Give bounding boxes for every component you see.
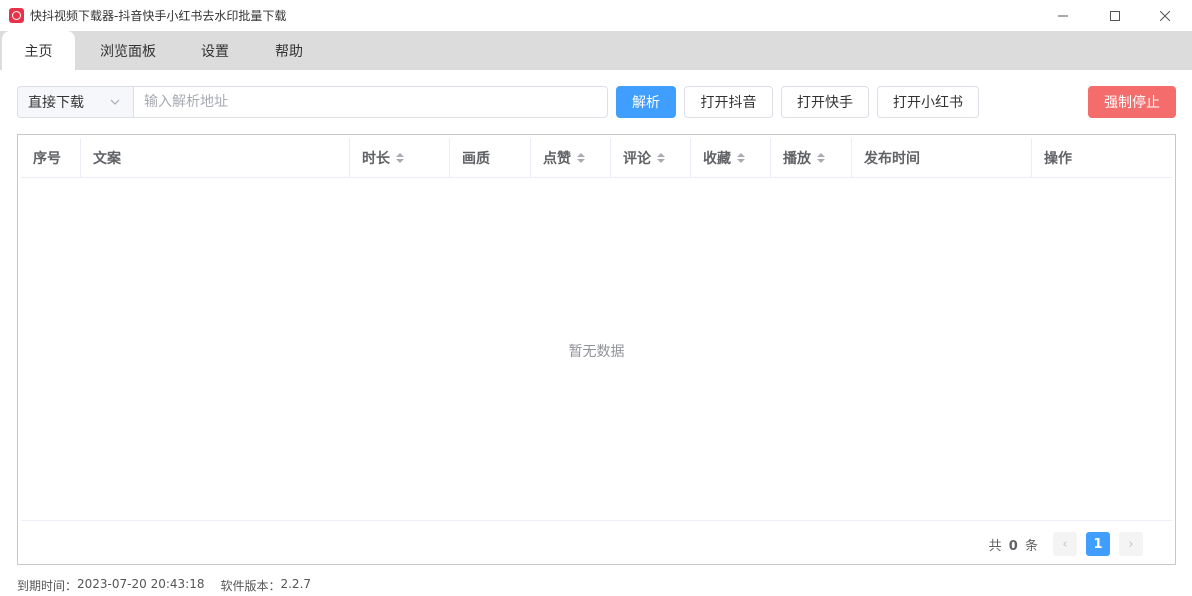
window-title: 快抖视频下载器-抖音快手小红书去水印批量下载 (30, 9, 287, 23)
close-icon (1160, 10, 1170, 21)
maximize-button[interactable] (1090, 0, 1140, 31)
tab-bar: 主页 浏览面板 设置 帮助 (0, 31, 1192, 70)
url-input[interactable] (133, 86, 608, 118)
tab-help[interactable]: 帮助 (250, 31, 328, 70)
column-header-duration[interactable]: 时长 (350, 138, 450, 178)
sort-icon[interactable] (737, 153, 745, 163)
sort-icon[interactable] (817, 153, 825, 163)
prev-page-button[interactable]: ‹ (1053, 532, 1077, 556)
tab-home[interactable]: 主页 (2, 31, 75, 70)
toolbar: 直接下载 解析 打开抖音 打开快手 打开小红书 强制停止 (17, 86, 1177, 118)
divider (21, 520, 1172, 521)
tab-browser-panel[interactable]: 浏览面板 (76, 31, 180, 70)
version-label: 软件版本： (220, 579, 281, 593)
version-value: 2.2.7 (280, 577, 312, 591)
table-header: 序号 文案 时长 画质 点赞 评论 收藏 播放 发布时间 操作 (21, 138, 1172, 178)
video-table: 序号 文案 时长 画质 点赞 评论 收藏 播放 发布时间 操作 暂无数据 共 0… (17, 134, 1176, 565)
download-mode-select[interactable]: 直接下载 (17, 86, 133, 118)
chevron-down-icon (110, 99, 120, 105)
column-header-favorites[interactable]: 收藏 (691, 138, 771, 178)
chevron-right-icon: › (1128, 536, 1134, 552)
close-button[interactable] (1140, 0, 1190, 31)
app-logo-icon (9, 8, 24, 23)
parse-button[interactable]: 解析 (616, 86, 676, 118)
expiry-label: 到期时间： (17, 579, 78, 593)
maximize-icon (1110, 10, 1120, 21)
column-header-plays[interactable]: 播放 (771, 138, 852, 178)
minimize-button[interactable] (1038, 0, 1088, 31)
page-number-current[interactable]: 1 (1086, 532, 1110, 556)
column-header-index: 序号 (21, 138, 81, 178)
open-kuaishou-button[interactable]: 打开快手 (781, 86, 869, 118)
expiry-value: 2023-07-20 20:43:18 (77, 577, 205, 591)
pagination: 共 0 条 ‹ 1 › (989, 532, 1143, 556)
next-page-button[interactable]: › (1119, 532, 1143, 556)
open-douyin-button[interactable]: 打开抖音 (684, 86, 773, 118)
column-header-actions: 操作 (1044, 151, 1072, 167)
open-xiaohongshu-button[interactable]: 打开小红书 (877, 86, 979, 118)
status-bar: 到期时间： 2023-07-20 20:43:18 软件版本： 2.2.7 (17, 577, 311, 594)
sort-icon[interactable] (577, 153, 585, 163)
column-header-publish-time: 发布时间 (852, 138, 1032, 178)
title-bar: 快抖视频下载器-抖音快手小红书去水印批量下载 (0, 0, 1192, 31)
window-controls (1038, 0, 1192, 31)
column-header-quality: 画质 (450, 138, 531, 178)
column-header-comments[interactable]: 评论 (611, 138, 691, 178)
sort-icon[interactable] (396, 153, 404, 163)
sort-icon[interactable] (657, 153, 665, 163)
chevron-left-icon: ‹ (1062, 536, 1068, 552)
tab-settings[interactable]: 设置 (180, 31, 250, 70)
empty-state-text: 暂无数据 (568, 344, 625, 360)
force-stop-button[interactable]: 强制停止 (1088, 86, 1176, 118)
column-header-caption: 文案 (81, 138, 350, 178)
download-mode-value: 直接下载 (28, 95, 84, 111)
minimize-icon (1058, 15, 1068, 16)
column-header-likes[interactable]: 点赞 (531, 138, 611, 178)
total-count: 共 0 条 (988, 538, 1038, 554)
